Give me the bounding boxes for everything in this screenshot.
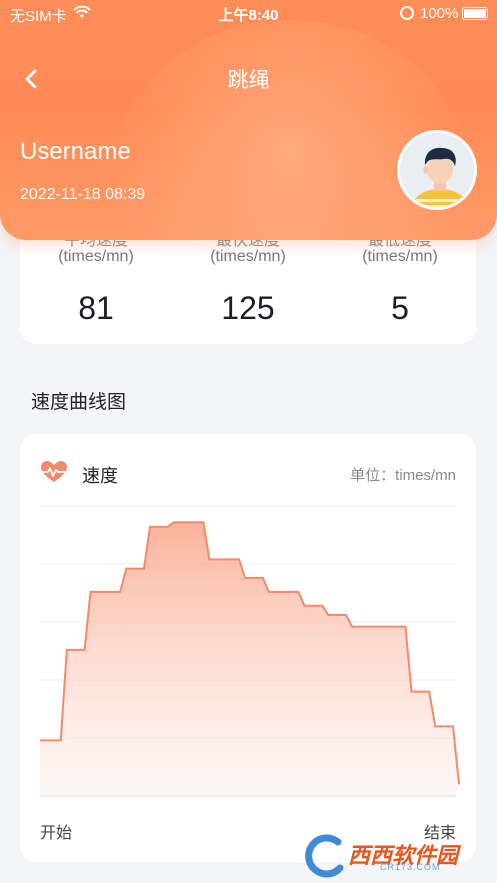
- page-title: 跳绳: [227, 69, 270, 92]
- section-title: 速度曲线图: [31, 392, 127, 413]
- heart-rate-icon: [40, 461, 68, 482]
- watermark-sub: CR173.COM: [380, 862, 441, 872]
- session-datetime: 2022-11-18 08:39: [20, 186, 146, 203]
- speed-chart-card: 速度 单位：times/mn 开始 结束: [20, 434, 476, 862]
- watermark-logo: 西西软件园 CR173.COM: [300, 832, 490, 878]
- chart-unit-label: 单位：times/mn: [350, 467, 456, 484]
- stat-value: 5: [391, 290, 409, 326]
- watermark-c-icon: [305, 834, 344, 878]
- stat-unit: (times/mn): [58, 248, 134, 265]
- speed-area: [40, 522, 459, 796]
- speed-chart: [40, 505, 460, 797]
- stat-value: 81: [78, 290, 114, 326]
- battery-icon: [462, 7, 488, 20]
- x-axis-start-label: 开始: [40, 825, 73, 842]
- header-glow: [110, 20, 470, 240]
- username: Username: [20, 138, 131, 165]
- stat-unit: (times/mn): [210, 248, 286, 265]
- chart-title: 速度: [82, 466, 118, 486]
- battery-percent: 100%: [420, 5, 459, 22]
- stat-value: 125: [221, 290, 275, 326]
- status-bar: 无SIM卡 上午8:40 100%: [0, 0, 497, 28]
- profile-header: 无SIM卡 上午8:40 100% 跳绳 Username 2022-11-18…: [0, 0, 497, 240]
- stat-unit: (times/mn): [362, 248, 438, 265]
- rotation-lock-icon: [400, 6, 414, 20]
- avatar[interactable]: [397, 130, 477, 210]
